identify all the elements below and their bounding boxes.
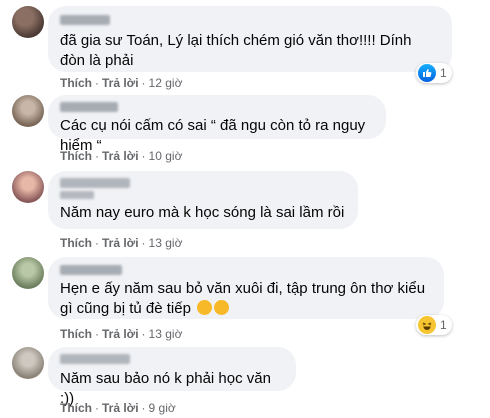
comment-actions: Thích · Trả lời · 13 giờ [60, 236, 183, 250]
comment-actions: Thích · Trả lời · 10 giờ [60, 149, 183, 163]
comment-bubble: đã gia sư Toán, Lý lại thích chém gió vă… [48, 6, 452, 72]
rofl-emoji-icon [214, 300, 230, 315]
reply-link[interactable]: Trả lời [102, 401, 139, 415]
comment-text: Năm nay euro mà k học sóng là sai lầm rồ… [60, 204, 345, 221]
avatar[interactable] [12, 347, 44, 379]
comment-bubble: Năm sau bảo nó k phải học văn :)) [48, 347, 296, 407]
avatar[interactable] [12, 171, 44, 203]
commenter-name[interactable] [60, 15, 110, 25]
like-link[interactable]: Thích [60, 401, 92, 415]
commenter-name[interactable] [60, 354, 130, 364]
comment-bubble: Hẹn e ấy năm sau bỏ văn xuôi đi, tập tru… [48, 257, 444, 319]
comment-actions: Thích · Trả lời · 9 giờ [60, 401, 176, 415]
reply-link[interactable]: Trả lời [102, 236, 139, 250]
commenter-name[interactable] [60, 178, 130, 188]
like-link[interactable]: Thích [60, 327, 92, 341]
like-icon [418, 64, 436, 82]
reply-link[interactable]: Trả lời [102, 327, 139, 341]
timestamp[interactable]: 12 giờ [149, 76, 183, 90]
commenter-name-line2 [60, 191, 94, 199]
timestamp[interactable]: 13 giờ [149, 236, 183, 250]
avatar[interactable] [12, 257, 44, 289]
reaction-count: 1 [440, 66, 447, 80]
like-link[interactable]: Thích [60, 236, 92, 250]
timestamp[interactable]: 9 giờ [149, 401, 176, 415]
comment-text: Hẹn e ấy năm sau bỏ văn xuôi đi, tập tru… [60, 280, 426, 317]
reaction-summary[interactable]: 1 [416, 315, 452, 335]
timestamp[interactable]: 13 giờ [149, 327, 183, 341]
commenter-name[interactable] [60, 265, 122, 275]
reply-link[interactable]: Trả lời [102, 149, 139, 163]
reaction-count: 1 [440, 318, 447, 332]
timestamp[interactable]: 10 giờ [149, 149, 183, 163]
like-link[interactable]: Thích [60, 76, 92, 90]
comment-bubble: Năm nay euro mà k học sóng là sai lầm rồ… [48, 171, 358, 229]
comment-bubble: Các cụ nói cấm có sai “ đã ngu còn tỏ ra… [48, 95, 386, 154]
commenter-name[interactable] [60, 102, 118, 112]
rofl-emoji-icon [197, 300, 213, 315]
like-link[interactable]: Thích [60, 149, 92, 163]
reply-link[interactable]: Trả lời [102, 76, 139, 90]
comment-text: đã gia sư Toán, Lý lại thích chém gió vă… [60, 32, 412, 69]
avatar[interactable] [12, 6, 44, 38]
avatar[interactable] [12, 95, 44, 127]
haha-icon [418, 316, 436, 334]
comment-actions: Thích · Trả lời · 12 giờ [60, 76, 183, 90]
reaction-summary[interactable]: 1 [416, 63, 452, 83]
comment-actions: Thích · Trả lời · 13 giờ [60, 327, 183, 341]
